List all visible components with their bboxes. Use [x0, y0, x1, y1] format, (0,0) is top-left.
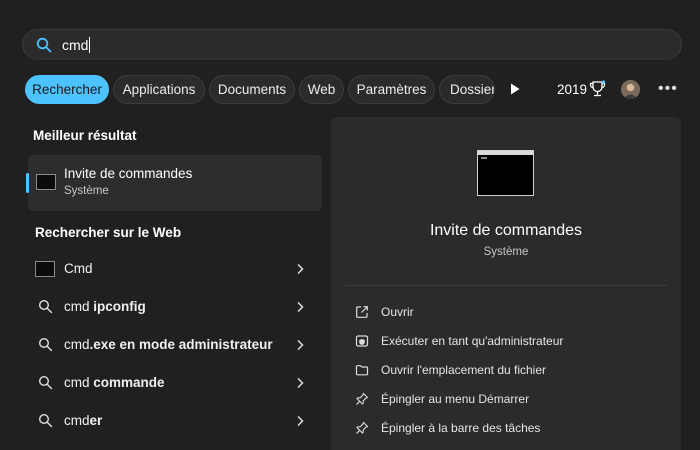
detail-app-name: Invite de commandes: [429, 222, 583, 239]
search-icon: [38, 413, 53, 428]
pin-icon: [356, 421, 369, 434]
search-icon: [38, 375, 53, 390]
search-icon: [38, 299, 53, 314]
cmd-app-icon: [36, 174, 56, 190]
tab-documents[interactable]: Documents: [209, 75, 295, 104]
action-pin-to-taskbar[interactable]: Épingler à la barre des tâches: [353, 417, 663, 441]
web-result-item[interactable]: Cmd: [28, 251, 322, 287]
scroll-filters-right-icon[interactable]: [508, 82, 522, 96]
tab-web[interactable]: Web: [299, 75, 344, 104]
chevron-right-icon: [297, 339, 304, 351]
web-result-label: cmder: [64, 413, 103, 428]
web-result-label: cmd commande: [64, 375, 165, 390]
folder-icon: [355, 365, 369, 376]
best-match-name: Invite de commandes: [64, 166, 193, 181]
action-label: Épingler au menu Démarrer: [381, 392, 530, 406]
action-label: Épingler à la barre des tâches: [381, 421, 541, 435]
divider: [345, 285, 667, 286]
web-result-item[interactable]: cmd ipconfig: [28, 289, 322, 325]
avatar-image: [621, 80, 640, 99]
tab-dossier[interactable]: Dossier: [439, 75, 495, 104]
action-pin-to-start[interactable]: Épingler au menu Démarrer: [353, 388, 663, 412]
chevron-right-icon: [297, 301, 304, 313]
tab-parametres[interactable]: Paramètres: [348, 75, 435, 104]
selection-indicator: [26, 173, 29, 193]
detail-pane: Invite de commandes Système Ouvrir Exécu…: [331, 117, 681, 450]
tab-rechercher[interactable]: Rechercher: [25, 75, 109, 104]
cmd-app-large-icon: [477, 150, 534, 196]
web-result-item[interactable]: cmder: [28, 403, 322, 439]
more-options-icon[interactable]: •••: [658, 80, 678, 98]
action-label: Ouvrir: [381, 305, 414, 319]
action-label: Exécuter en tant qu'administrateur: [381, 334, 564, 348]
shield-icon: [355, 335, 369, 347]
web-result-label: cmd.exe en mode administrateur: [64, 337, 273, 352]
search-box[interactable]: cmd: [22, 29, 682, 60]
pin-icon: [356, 392, 369, 405]
web-result-item[interactable]: cmd.exe en mode administrateur: [28, 327, 322, 363]
best-match-subtitle: Système: [64, 185, 109, 197]
action-open[interactable]: Ouvrir: [353, 301, 663, 325]
start-search-panel: cmd Rechercher Applications Documents We…: [0, 0, 700, 450]
cmd-app-icon: [35, 261, 55, 277]
best-match-heading: Meilleur résultat: [33, 128, 137, 143]
rewards-points[interactable]: 2019: [557, 82, 587, 97]
web-result-item[interactable]: cmd commande: [28, 365, 322, 401]
action-open-file-location[interactable]: Ouvrir l'emplacement du fichier: [353, 359, 663, 383]
web-search-heading: Rechercher sur le Web: [35, 225, 182, 240]
web-result-label: cmd ipconfig: [64, 299, 146, 314]
trophy-icon[interactable]: [589, 80, 606, 98]
search-input[interactable]: cmd: [62, 37, 91, 53]
chevron-right-icon: [297, 263, 304, 275]
search-icon: [36, 37, 52, 53]
detail-app-subtitle: Système: [483, 246, 529, 258]
web-result-label: Cmd: [64, 261, 93, 276]
chevron-right-icon: [297, 377, 304, 389]
best-match-item[interactable]: Invite de commandes Système: [26, 155, 322, 211]
chevron-right-icon: [297, 415, 304, 427]
search-icon: [38, 337, 53, 352]
user-avatar[interactable]: [621, 80, 640, 99]
action-run-as-admin[interactable]: Exécuter en tant qu'administrateur: [353, 330, 663, 354]
tab-applications[interactable]: Applications: [113, 75, 205, 104]
open-external-icon: [356, 306, 368, 318]
action-label: Ouvrir l'emplacement du fichier: [381, 363, 547, 377]
